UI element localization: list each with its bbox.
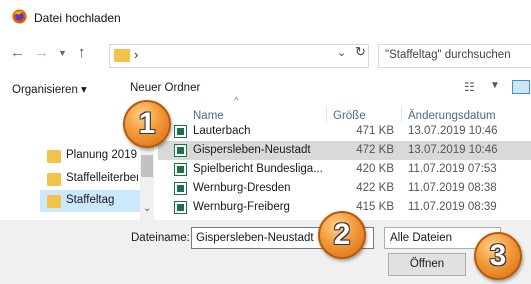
table-row[interactable]: Gispersleben-Neustadt 472 KB 13.07.2019 … bbox=[158, 141, 531, 160]
excel-file-icon bbox=[174, 125, 187, 138]
sidebar-item-planung[interactable]: Planung 2019 E bbox=[40, 145, 140, 167]
excel-file-icon bbox=[174, 144, 187, 157]
organize-button[interactable]: Organisieren ▾ bbox=[12, 82, 87, 96]
preview-pane-icon[interactable] bbox=[512, 80, 530, 94]
excel-file-icon bbox=[174, 163, 187, 176]
file-name: Lauterbach bbox=[193, 125, 251, 137]
chevron-down-icon[interactable]: ▼ bbox=[58, 48, 67, 58]
file-name: Gispersleben-Neustadt bbox=[193, 144, 311, 156]
file-size: 471 KB bbox=[356, 125, 394, 137]
column-header-date[interactable]: Änderungsdatum bbox=[408, 110, 496, 122]
excel-file-icon bbox=[174, 201, 187, 214]
sort-ascending-icon: ^ bbox=[234, 96, 239, 107]
step-marker-1: 1 bbox=[123, 100, 171, 148]
file-date: 13.07.2019 10:46 bbox=[408, 144, 498, 156]
new-folder-button[interactable]: Neuer Ordner bbox=[130, 82, 200, 94]
file-name: Spielbericht Bundesliga... bbox=[193, 163, 323, 175]
scroll-down-icon[interactable]: ⌄ bbox=[143, 203, 151, 214]
view-options-icon[interactable]: ☷ bbox=[464, 80, 475, 94]
open-button[interactable]: Öffnen bbox=[388, 253, 466, 276]
refresh-icon[interactable]: ↻ bbox=[355, 44, 373, 66]
search-placeholder: "Staffeltag" durchsuchen bbox=[385, 49, 511, 61]
step-marker-3: 3 bbox=[474, 232, 522, 280]
address-chevron[interactable]: › bbox=[134, 47, 138, 62]
folder-icon bbox=[47, 173, 61, 186]
excel-file-icon bbox=[174, 182, 187, 195]
table-row[interactable]: Spielbericht Bundesliga... 420 KB 11.07.… bbox=[158, 160, 531, 179]
file-date: 11.07.2019 08:39 bbox=[408, 201, 497, 213]
column-divider bbox=[326, 106, 327, 122]
file-size: 420 KB bbox=[356, 163, 394, 175]
filetype-value: Alle Dateien bbox=[390, 232, 453, 244]
forward-arrow-icon[interactable]: → bbox=[34, 44, 49, 61]
file-date: 11.07.2019 08:38 bbox=[408, 182, 497, 194]
filename-value: Gispersleben-Neustadt bbox=[196, 232, 314, 244]
file-size: 422 KB bbox=[356, 182, 394, 194]
file-name: Wernburg-Freiberg bbox=[193, 201, 290, 213]
address-bar[interactable]: › bbox=[109, 44, 369, 68]
firefox-icon bbox=[12, 9, 27, 24]
folder-icon bbox=[47, 150, 61, 163]
file-size: 472 KB bbox=[356, 144, 394, 156]
sidebar-item-staffeltag[interactable]: Staffeltag bbox=[40, 190, 140, 212]
sidebar-item-label: Planung 2019 E bbox=[66, 149, 138, 161]
sidebar-item-label: Staffeltag bbox=[66, 194, 115, 206]
table-row[interactable]: Lauterbach 471 KB 13.07.2019 10:46 bbox=[158, 122, 531, 141]
filename-label: Dateiname: bbox=[131, 232, 190, 244]
step-marker-2: 2 bbox=[318, 211, 366, 259]
column-header-name[interactable]: Name bbox=[193, 110, 224, 122]
column-header-size[interactable]: Größe bbox=[333, 110, 366, 122]
folder-icon bbox=[47, 195, 61, 208]
column-divider bbox=[401, 106, 402, 122]
file-date: 13.07.2019 10:46 bbox=[408, 125, 498, 137]
folder-icon bbox=[114, 49, 130, 62]
up-arrow-icon[interactable]: ↑ bbox=[78, 44, 86, 61]
sidebar-scroll-thumb[interactable] bbox=[141, 155, 153, 177]
view-dropdown-icon[interactable]: ▼ bbox=[490, 80, 500, 91]
search-input[interactable]: "Staffeltag" durchsuchen bbox=[378, 44, 531, 68]
window-title: Datei hochladen bbox=[34, 11, 121, 25]
sidebar-item-staffelleiter[interactable]: Staffelleiterbera bbox=[40, 168, 140, 190]
back-arrow-icon[interactable]: ← bbox=[10, 44, 25, 61]
address-dropdown-icon[interactable]: ⌄ bbox=[337, 46, 346, 59]
file-name: Wernburg-Dresden bbox=[193, 182, 291, 194]
file-date: 11.07.2019 07:53 bbox=[408, 163, 497, 175]
table-row[interactable]: Wernburg-Dresden 422 KB 11.07.2019 08:38 bbox=[158, 179, 531, 198]
sidebar-item-label: Staffelleiterbera bbox=[66, 172, 138, 184]
